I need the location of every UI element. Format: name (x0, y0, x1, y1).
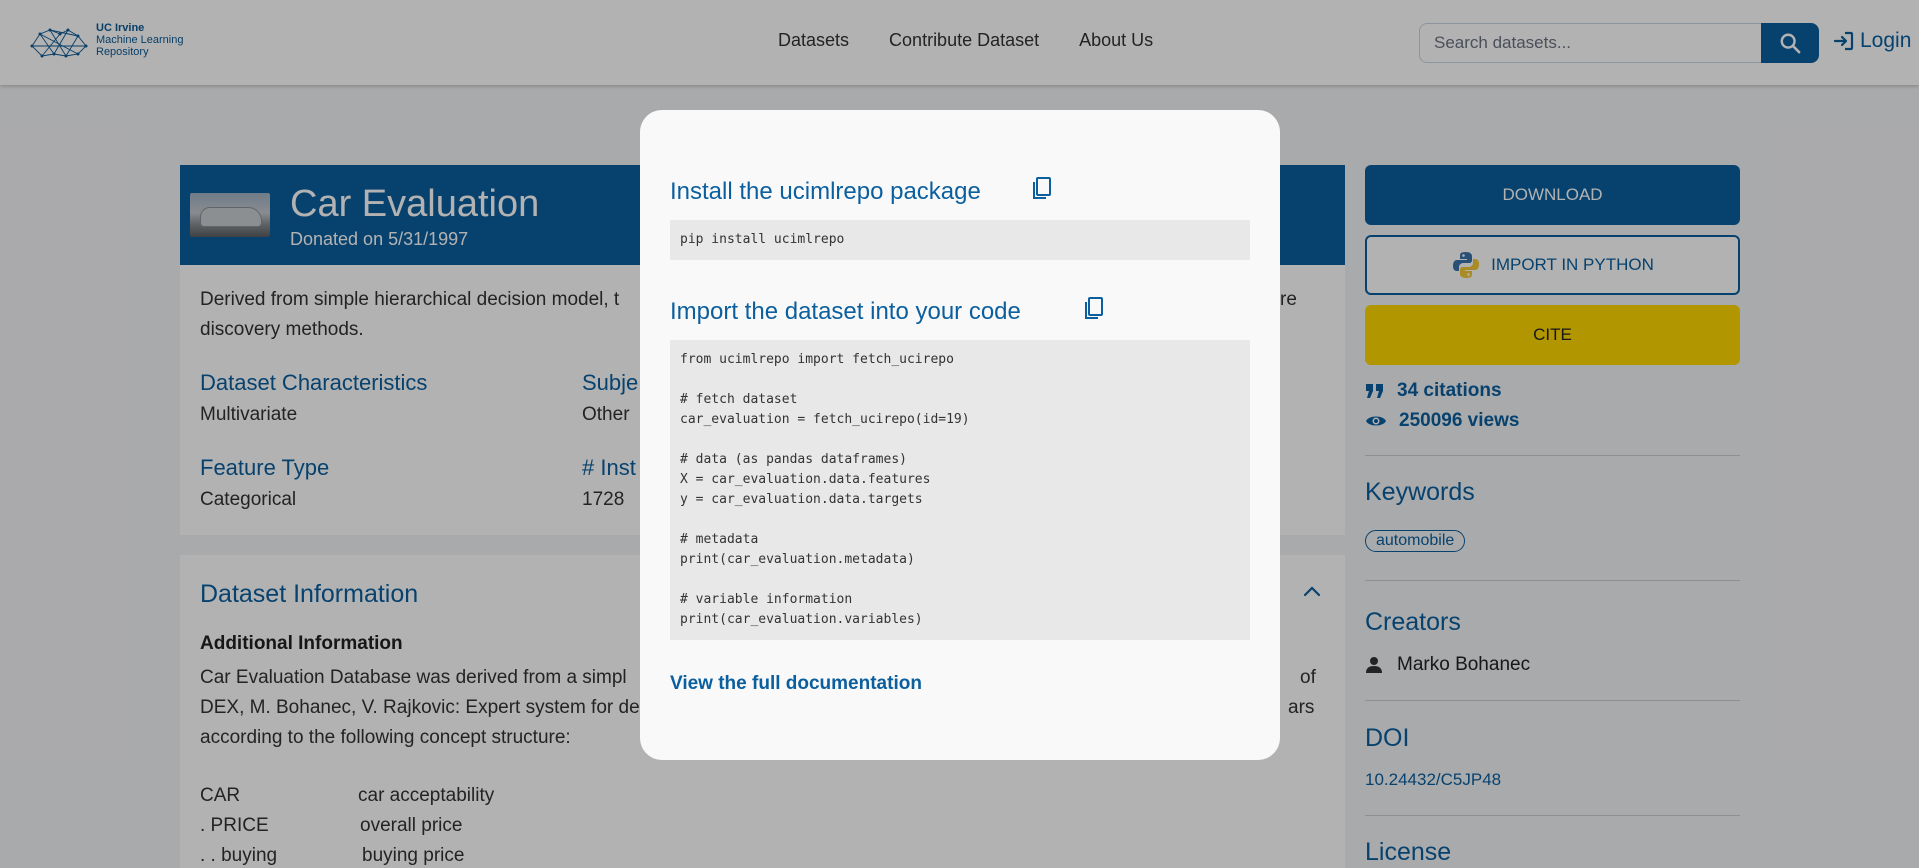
install-code-block[interactable]: pip install ucimlrepo (670, 220, 1250, 260)
import-dataset-title: Import the dataset into your code (670, 298, 1021, 325)
view-documentation-link[interactable]: View the full documentation (670, 673, 922, 695)
copy-icon[interactable] (1030, 177, 1052, 201)
import-code-block[interactable]: from ucimlrepo import fetch_ucirepo # fe… (670, 340, 1250, 640)
install-package-title: Install the ucimlrepo package (670, 178, 981, 205)
copy-icon[interactable] (1082, 297, 1104, 321)
import-python-modal: Install the ucimlrepo package pip instal… (640, 110, 1280, 760)
